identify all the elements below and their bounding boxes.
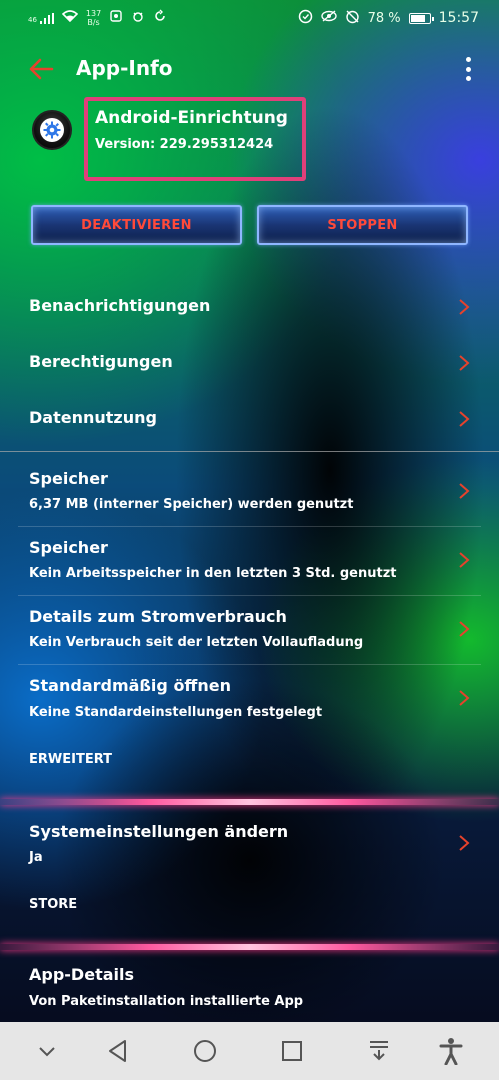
- battery-icon: [408, 12, 434, 24]
- net-speed-unit: B/s: [87, 18, 100, 27]
- list-item-subtitle: Kein Verbrauch seit der letzten Vollaufl…: [29, 635, 364, 650]
- list-item-app-details[interactable]: App-Details Von Paketinstallation instal…: [0, 952, 499, 1020]
- list-item-subtitle: 6,37 MB (interner Speicher) werden genut…: [29, 497, 354, 512]
- app-bar: App-Info: [0, 44, 499, 94]
- alarm-off-icon: [345, 9, 360, 28]
- chevron-right-icon: [459, 299, 470, 315]
- network-type: 46: [28, 15, 37, 24]
- nav-back-button[interactable]: [103, 1036, 133, 1066]
- list-item-title: Standardmäßig öffnen: [29, 676, 232, 695]
- arrow-left-icon: [29, 58, 54, 80]
- list-item-memory[interactable]: Speicher Kein Arbeitsspeicher in den let…: [0, 526, 499, 595]
- back-triangle-icon: [109, 1040, 126, 1062]
- home-circle-icon: [194, 1040, 216, 1062]
- list-item-title: Details zum Stromverbrauch: [29, 607, 287, 626]
- data-saver-icon: [298, 9, 313, 28]
- chevron-right-icon: [459, 483, 470, 499]
- wifi-icon: [61, 10, 79, 26]
- navigation-bar: [0, 1022, 499, 1080]
- list-item-title: App-Details: [29, 965, 134, 984]
- deactivate-button[interactable]: DEAKTIVIEREN: [31, 205, 242, 245]
- chevron-right-icon: [459, 411, 470, 427]
- chevron-right-icon: [459, 355, 470, 371]
- section-divider: [0, 451, 499, 452]
- list-item-subtitle: Keine Standardeinstellungen festgelegt: [29, 705, 323, 720]
- menu-item-label: Benachrichtigungen: [29, 296, 211, 315]
- bug-icon: [131, 9, 145, 27]
- list-item-title: Speicher: [29, 469, 108, 488]
- chevron-right-icon: [459, 690, 470, 706]
- sync-icon: [109, 9, 123, 27]
- nav-recents-button[interactable]: [277, 1036, 307, 1066]
- nav-home-button[interactable]: [190, 1036, 220, 1066]
- nav-notifications-button[interactable]: [364, 1036, 394, 1066]
- eye-off-icon: [320, 10, 337, 26]
- menu-item-notifications[interactable]: Benachrichtigungen: [0, 280, 499, 336]
- more-options-button[interactable]: [457, 54, 479, 84]
- gear-icon: [43, 121, 61, 139]
- list-item-battery[interactable]: Details zum Stromverbrauch Kein Verbrauc…: [0, 595, 499, 664]
- menu-item-label: Datennutzung: [29, 408, 157, 427]
- list-item-modify-system-settings[interactable]: Systemeinstellungen ändern Ja: [0, 808, 499, 880]
- refresh-icon: [153, 9, 167, 27]
- chevron-right-icon: [459, 552, 470, 568]
- chevron-right-icon: [459, 621, 470, 637]
- net-speed-value: 137: [85, 9, 102, 18]
- status-left: 46 137 B/s: [28, 9, 167, 27]
- section-label-advanced: ERWEITERT: [29, 752, 112, 767]
- app-version: Version: 229.295312424: [95, 137, 274, 152]
- chevron-right-icon: [459, 835, 470, 851]
- accessibility-icon: [439, 1038, 463, 1065]
- nav-accessibility-button[interactable]: [436, 1036, 466, 1066]
- list-item-subtitle: Ja: [29, 850, 43, 865]
- signal-icon: 46: [28, 12, 54, 24]
- page-title: App-Info: [76, 56, 173, 80]
- list-item-title: Speicher: [29, 538, 108, 557]
- section-label-store: STORE: [29, 897, 78, 912]
- back-button[interactable]: [24, 54, 58, 84]
- chevron-down-icon: [39, 1047, 55, 1057]
- more-vert-icon: [465, 57, 471, 62]
- app-icon: [32, 110, 72, 150]
- status-bar: 46 137 B/s 78 % 15:57: [0, 0, 499, 36]
- list-item-subtitle: Kein Arbeitsspeicher in den letzten 3 St…: [29, 566, 397, 581]
- list-item-storage[interactable]: Speicher 6,37 MB (interner Speicher) wer…: [0, 456, 499, 526]
- list-item-title: Systemeinstellungen ändern: [29, 822, 289, 841]
- menu-item-data-usage[interactable]: Datennutzung: [0, 392, 499, 448]
- net-speed: 137 B/s: [86, 9, 101, 27]
- download-tray-icon: [370, 1041, 388, 1061]
- stop-button[interactable]: STOPPEN: [257, 205, 468, 245]
- status-right: 78 % 15:57: [298, 9, 479, 28]
- section-divider: [0, 799, 499, 805]
- section-divider: [0, 944, 499, 950]
- list-item-subtitle: Von Paketinstallation installierte App: [29, 994, 304, 1009]
- battery-percent: 78 %: [367, 10, 401, 26]
- menu-item-label: Berechtigungen: [29, 352, 173, 371]
- list-item-open-by-default[interactable]: Standardmäßig öffnen Keine Standardeinst…: [0, 664, 499, 734]
- recents-square-icon: [282, 1041, 302, 1061]
- hide-nav-button[interactable]: [32, 1036, 62, 1066]
- clock: 15:57: [438, 10, 479, 26]
- menu-item-permissions[interactable]: Berechtigungen: [0, 336, 499, 392]
- app-name: Android-Einrichtung: [95, 108, 288, 128]
